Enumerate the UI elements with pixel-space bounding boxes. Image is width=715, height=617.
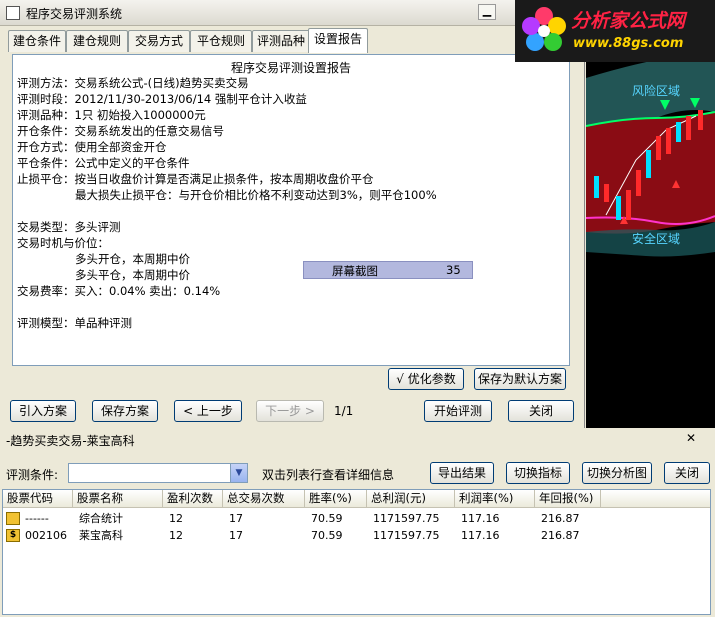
start-evaluation-button[interactable]: 开始评测 bbox=[424, 400, 492, 422]
export-results-button[interactable]: 导出结果 bbox=[430, 462, 494, 484]
col-code[interactable]: 股票代码 bbox=[3, 490, 73, 508]
report-line: 评测时段：2012/11/30-2013/06/14 强制平仓计入收益 bbox=[17, 92, 307, 106]
cell-profit: 1171597.75 bbox=[373, 512, 440, 525]
report-line: 交易费率：买入：0.04% 卖出：0.14% bbox=[17, 284, 221, 298]
switch-indicator-button[interactable]: 切换指标 bbox=[506, 462, 570, 484]
table-row[interactable]: $ 002106 莱宝高科 12 17 70.59 1171597.75 117… bbox=[3, 527, 710, 544]
chevron-down-icon[interactable]: ▼ bbox=[230, 464, 247, 482]
report-line: 最大损失止损平仓：与开仓价相比价格不利变动达到3%，则平仓100% bbox=[75, 188, 437, 202]
switch-chart-button[interactable]: 切换分析图 bbox=[582, 462, 652, 484]
cell-winrate: 70.59 bbox=[311, 529, 343, 542]
cell-annual-return: 216.87 bbox=[541, 529, 580, 542]
col-annual-return[interactable]: 年回报(%) bbox=[535, 490, 601, 508]
prev-step-button[interactable]: < 上一步 bbox=[174, 400, 242, 422]
risk-zone-label: 风险区域 bbox=[632, 84, 681, 98]
condition-label: 评测条件: bbox=[6, 468, 59, 482]
stock-icon: $ bbox=[6, 529, 20, 542]
stock-chart-svg bbox=[586, 57, 715, 257]
cell-name: 综合统计 bbox=[79, 512, 123, 525]
cell-name: 莱宝高科 bbox=[79, 529, 123, 542]
report-line: 交易时机与价位： bbox=[17, 236, 109, 250]
next-step-button[interactable]: 下一步 > bbox=[256, 400, 324, 422]
cell-trades: 17 bbox=[229, 512, 243, 525]
results-title: -趋势买卖交易-莱宝高科 bbox=[6, 434, 135, 448]
report-line: 多头平仓，本周期中价 bbox=[75, 268, 190, 282]
col-profit-rate[interactable]: 利润率(%) bbox=[455, 490, 535, 508]
table-header: 股票代码 股票名称 盈利次数 总交易次数 胜率(%) 总利润(元) 利润率(%)… bbox=[3, 490, 710, 508]
hint-text: 双击列表行查看详细信息 bbox=[262, 468, 395, 482]
cell-annual-return: 216.87 bbox=[541, 512, 580, 525]
flower-logo-icon bbox=[522, 7, 566, 51]
logo-url: www.88gs.com bbox=[573, 36, 684, 51]
report-line: 平仓条件：公式中定义的平仓条件 bbox=[17, 156, 190, 170]
window-title: 程序交易评测系统 bbox=[26, 7, 123, 21]
tab-close-rules[interactable]: 平仓规则 bbox=[190, 30, 252, 52]
evaluation-dialog: 程序交易评测系统 ▁ 建仓条件 建仓规则 交易方式 平仓规则 评测品种 设置报告… bbox=[0, 0, 585, 428]
col-name[interactable]: 股票名称 bbox=[73, 490, 163, 508]
condition-select[interactable]: ▼ bbox=[68, 463, 248, 483]
cell-wins: 12 bbox=[169, 512, 183, 525]
report-panel: 程序交易评测设置报告 评测方法：交易系统公式-(日线)趋势买卖交易 评测时段：2… bbox=[12, 54, 570, 366]
screenshot-badge: 屏幕截图 35 bbox=[303, 261, 473, 279]
page-indicator: 1/1 bbox=[334, 404, 354, 418]
import-scheme-button[interactable]: 引入方案 bbox=[10, 400, 76, 422]
col-trades[interactable]: 总交易次数 bbox=[223, 490, 305, 508]
table-row[interactable]: ------ 综合统计 12 17 70.59 1171597.75 117.1… bbox=[3, 510, 710, 527]
minimize-icon[interactable]: ▁ bbox=[478, 4, 496, 20]
tab-test-symbols[interactable]: 评测品种 bbox=[252, 30, 310, 52]
cell-profit: 1171597.75 bbox=[373, 529, 440, 542]
cell-profit-rate: 117.16 bbox=[461, 512, 500, 525]
stock-chart: 风险区域 安全区域 bbox=[586, 0, 715, 428]
col-profit[interactable]: 总利润(元) bbox=[367, 490, 455, 508]
cell-code: ------ bbox=[25, 512, 49, 525]
report-line: 多头开仓，本周期中价 bbox=[75, 252, 190, 266]
cell-profit-rate: 117.16 bbox=[461, 529, 500, 542]
close-dialog-button[interactable]: 关闭 bbox=[508, 400, 574, 422]
safe-zone-label: 安全区域 bbox=[632, 232, 681, 246]
close-results-button[interactable]: 关闭 bbox=[664, 462, 710, 484]
logo-name: 分析家公式网 bbox=[571, 10, 686, 32]
tab-open-rules[interactable]: 建仓规则 bbox=[66, 30, 128, 52]
title-bar: 程序交易评测系统 ▁ bbox=[0, 0, 585, 26]
badge-label: 屏幕截图 bbox=[332, 264, 378, 278]
save-default-button[interactable]: 保存为默认方案 bbox=[474, 368, 566, 390]
report-title: 程序交易评测设置报告 bbox=[230, 61, 351, 75]
report-line: 评测模型：单品种评测 bbox=[17, 316, 132, 330]
report-line: 开仓方式：使用全部资金开仓 bbox=[17, 140, 167, 154]
col-wins[interactable]: 盈利次数 bbox=[163, 490, 223, 508]
tab-trade-mode[interactable]: 交易方式 bbox=[128, 30, 190, 52]
close-icon[interactable]: ✕ bbox=[682, 430, 700, 446]
app-icon bbox=[6, 6, 20, 20]
report-line: 开仓条件：交易系统发出的任意交易信号 bbox=[17, 124, 224, 138]
report-line: 止损平仓：按当日收盘价计算是否满足止损条件，按本周期收盘价平仓 bbox=[17, 172, 374, 186]
col-winrate[interactable]: 胜率(%) bbox=[305, 490, 367, 508]
save-scheme-button[interactable]: 保存方案 bbox=[92, 400, 158, 422]
report-line: 交易类型：多头评测 bbox=[17, 220, 121, 234]
cell-trades: 17 bbox=[229, 529, 243, 542]
cell-wins: 12 bbox=[169, 529, 183, 542]
report-line: 评测方法：交易系统公式-(日线)趋势买卖交易 bbox=[17, 76, 249, 90]
tab-open-conditions[interactable]: 建仓条件 bbox=[8, 30, 66, 52]
optimize-params-button[interactable]: √ 优化参数 bbox=[388, 368, 464, 390]
cell-code: 002106 bbox=[25, 529, 67, 542]
results-panel: -趋势买卖交易-莱宝高科 ✕ 评测条件: ▼ 双击列表行查看详细信息 导出结果 … bbox=[0, 428, 715, 617]
results-table: 股票代码 股票名称 盈利次数 总交易次数 胜率(%) 总利润(元) 利润率(%)… bbox=[2, 489, 711, 615]
site-logo: 分析家公式网 www.88gs.com bbox=[515, 0, 715, 62]
tab-settings-report[interactable]: 设置报告 bbox=[308, 28, 368, 53]
badge-number: 35 bbox=[446, 263, 461, 277]
folder-icon bbox=[6, 512, 20, 525]
cell-winrate: 70.59 bbox=[311, 512, 343, 525]
report-line: 评测品种：1只 初始投入1000000元 bbox=[17, 108, 206, 122]
